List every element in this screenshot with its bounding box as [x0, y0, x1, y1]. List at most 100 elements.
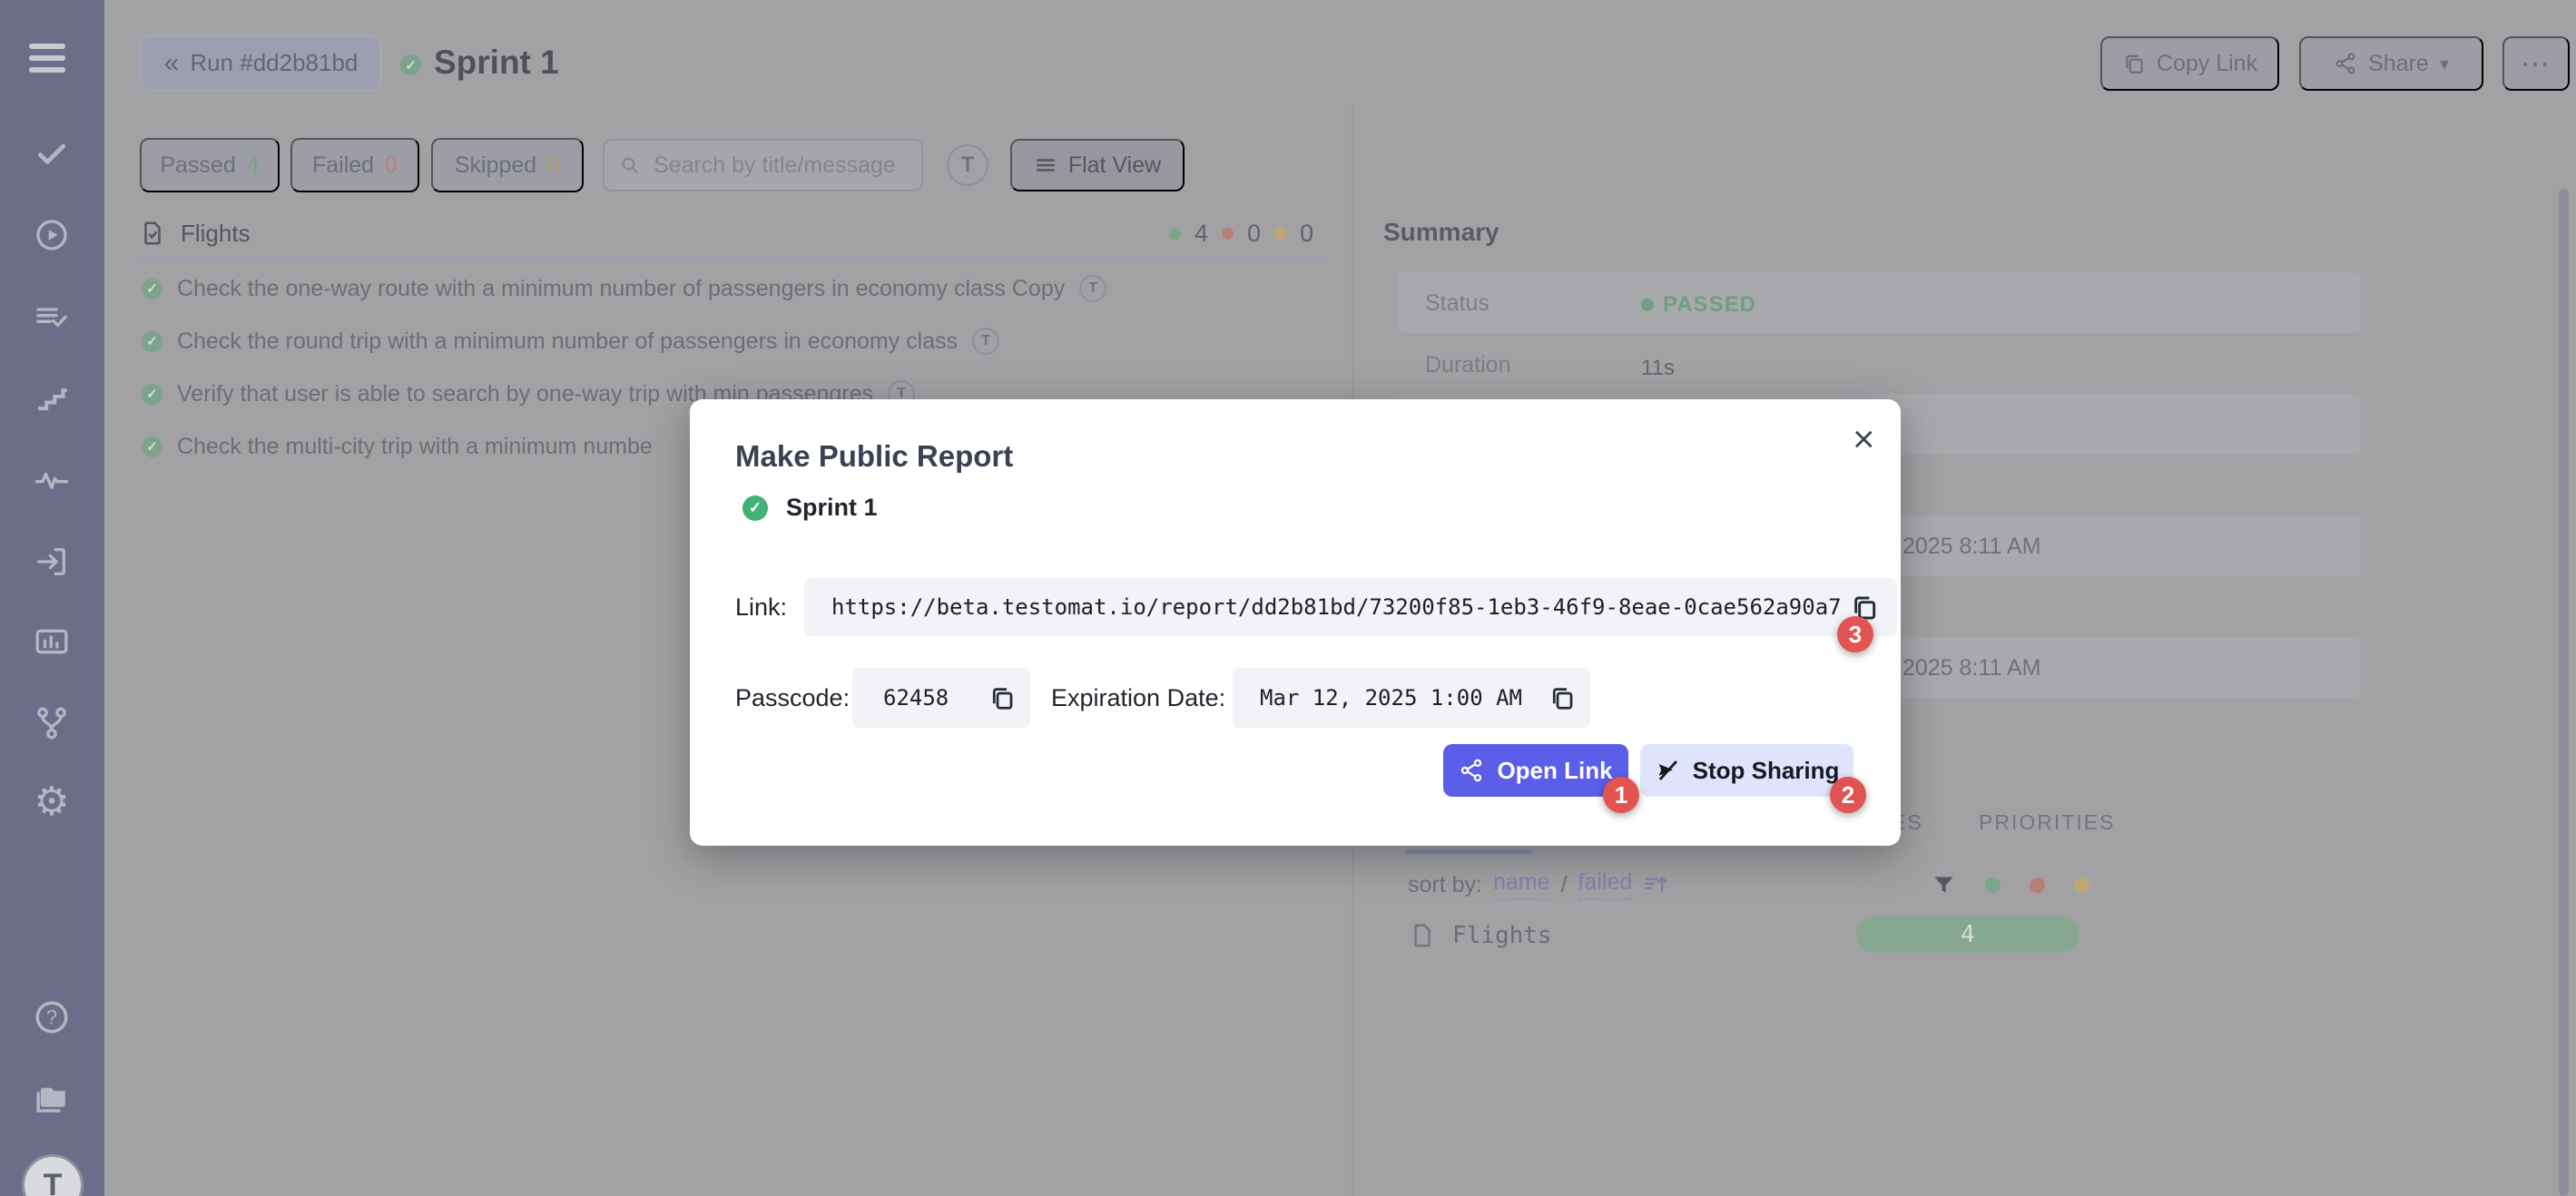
- copy-link-button[interactable]: Copy Link: [2100, 36, 2279, 91]
- skipped-filter-dot[interactable]: [2074, 877, 2089, 893]
- steps-icon[interactable]: [33, 381, 71, 419]
- link-value: https://beta.testomat.io/report/dd2b81bd…: [831, 594, 1850, 620]
- t-badge-icon[interactable]: T: [972, 328, 999, 355]
- filter-passed-button[interactable]: Passed 4: [140, 138, 280, 192]
- flat-view-icon: [1034, 153, 1057, 177]
- t-badge-icon[interactable]: T: [1079, 275, 1106, 302]
- sort-amount-icon[interactable]: [1643, 871, 1670, 898]
- runs-play-icon[interactable]: [33, 216, 71, 254]
- file-icon: [1409, 922, 1436, 949]
- link-field[interactable]: https://beta.testomat.io/report/dd2b81bd…: [804, 578, 1897, 636]
- menu-icon[interactable]: [29, 44, 65, 79]
- expiration-label: Expiration Date:: [1051, 684, 1225, 712]
- sort-by-name-link[interactable]: name: [1493, 869, 1550, 900]
- passed-filter-dot[interactable]: [1985, 877, 2001, 893]
- svg-text:?: ?: [46, 1006, 57, 1029]
- test-row[interactable]: ✓ Check the multi-city trip with a minim…: [142, 432, 653, 461]
- sidebar: ⚙ ? T: [0, 0, 104, 1196]
- suite-counters: 4 0 0: [1169, 219, 1313, 248]
- open-link-label: Open Link: [1497, 757, 1612, 785]
- modal-run-row: ✓ Sprint 1: [742, 494, 878, 522]
- link-label: Link:: [735, 593, 787, 622]
- failed-label: Failed: [312, 152, 374, 179]
- ai-t-logo-icon[interactable]: T: [947, 144, 988, 186]
- help-icon[interactable]: ?: [33, 998, 71, 1036]
- tests-check-icon[interactable]: [33, 134, 71, 172]
- copy-passcode-icon[interactable]: [988, 684, 1016, 711]
- filter-skipped-button[interactable]: Skipped 0: [431, 138, 584, 192]
- test-passed-icon: ✓: [142, 436, 162, 457]
- passcode-field[interactable]: 62458: [852, 668, 1030, 728]
- test-plans-icon[interactable]: [33, 299, 71, 338]
- suite-divider: [139, 258, 1328, 260]
- git-branch-icon[interactable]: [33, 704, 71, 742]
- suite-skipped-count: 0: [1300, 220, 1313, 248]
- flat-view-button[interactable]: Flat View: [1010, 139, 1185, 191]
- test-title: Check the multi-city trip with a minimum…: [177, 434, 653, 460]
- chart-suite-row[interactable]: Flights: [1409, 918, 1552, 953]
- copy-icon: [2122, 52, 2146, 75]
- stop-sharing-button[interactable]: Stop Sharing: [1640, 744, 1853, 797]
- projects-folder-icon[interactable]: [33, 1080, 71, 1118]
- pulse-icon[interactable]: [33, 461, 71, 499]
- more-actions-button[interactable]: ⋯: [2502, 36, 2570, 91]
- test-title: Check the one-way route with a minimum n…: [177, 276, 1065, 302]
- active-tab-indicator: [1405, 849, 1532, 854]
- file-check-icon: [139, 220, 166, 247]
- more-icon: ⋯: [2521, 46, 2551, 81]
- duration-value: 11s: [1641, 356, 1675, 381]
- flat-view-label: Flat View: [1068, 152, 1161, 179]
- sign-in-icon[interactable]: [33, 543, 71, 581]
- duration-label: Duration: [1425, 352, 1511, 378]
- stop-sharing-icon: [1655, 758, 1680, 783]
- search-input[interactable]: [652, 152, 900, 180]
- tab-priorities[interactable]: PRIORITIES: [1979, 810, 2115, 835]
- passed-bar[interactable]: 4: [1856, 917, 2079, 953]
- run-chip-label: Run #dd2b81bd: [190, 49, 358, 77]
- funnel-filter-icon[interactable]: [1932, 873, 1956, 897]
- vertical-scrollbar[interactable]: [2559, 189, 2569, 1196]
- summary-row-bg: [1398, 272, 2360, 333]
- skipped-count: 0: [547, 152, 560, 179]
- open-link-button[interactable]: Open Link: [1443, 744, 1628, 797]
- status-label: Status: [1425, 290, 1490, 317]
- analytics-icon[interactable]: [33, 623, 71, 661]
- make-public-report-modal: × Make Public Report ✓ Sprint 1 Link: ht…: [690, 399, 1901, 846]
- share-icon: [2334, 52, 2357, 75]
- suite-header-flights[interactable]: Flights: [139, 216, 251, 250]
- testomat-logo[interactable]: T: [22, 1154, 84, 1196]
- test-passed-icon: ✓: [142, 331, 162, 352]
- status-value: PASSED: [1641, 292, 1756, 318]
- modal-title: Make Public Report: [735, 439, 1013, 474]
- test-title: Check the round trip with a minimum numb…: [177, 328, 958, 355]
- sort-divider: /: [1561, 872, 1568, 898]
- app-root: ⚙ ? T « Run #dd2b81bd ✓ Sprint 1 Copy Li…: [0, 0, 2576, 1196]
- test-row[interactable]: ✓ Check the one-way route with a minimum…: [142, 274, 1106, 303]
- search-icon: [619, 154, 641, 176]
- copy-expiration-icon[interactable]: [1549, 684, 1576, 711]
- test-passed-icon: ✓: [142, 384, 162, 405]
- test-row[interactable]: ✓ Check the round trip with a minimum nu…: [142, 327, 999, 356]
- share-button[interactable]: Share ▾: [2299, 36, 2483, 91]
- t-letter: T: [961, 152, 975, 178]
- passcode-value: 62458: [883, 685, 949, 711]
- run-status-check-icon: ✓: [400, 54, 421, 75]
- close-icon[interactable]: ×: [1847, 419, 1881, 459]
- status-dot-icon: [1641, 299, 1654, 311]
- chart-suite-name: Flights: [1452, 922, 1552, 949]
- started-timestamp: 2025 8:11 AM: [1903, 534, 2040, 560]
- annotation-badge-2: 2: [1830, 777, 1866, 813]
- annotation-badge-3: 3: [1837, 616, 1873, 652]
- sort-by-failed-link[interactable]: failed: [1578, 869, 1632, 900]
- settings-gear-icon[interactable]: ⚙: [33, 782, 71, 820]
- suite-failed-count: 0: [1247, 220, 1261, 248]
- expiration-field[interactable]: Mar 12, 2025 1:00 AM: [1233, 668, 1590, 728]
- filter-failed-button[interactable]: Failed 0: [290, 138, 419, 192]
- modal-run-name: Sprint 1: [786, 494, 878, 522]
- share-nodes-icon: [1459, 758, 1484, 783]
- summary-title: Summary: [1383, 218, 1499, 247]
- passed-count: 4: [247, 152, 260, 179]
- back-to-run-button[interactable]: « Run #dd2b81bd: [141, 35, 381, 91]
- failed-filter-dot[interactable]: [2030, 877, 2045, 893]
- failed-dot-icon: [1222, 228, 1234, 240]
